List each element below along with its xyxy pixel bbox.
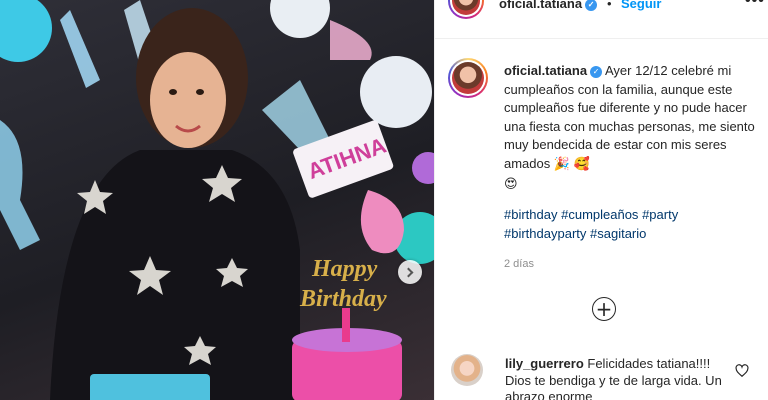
balloon-purple	[412, 152, 434, 184]
author-avatar[interactable]	[448, 0, 484, 19]
svg-text:Birthday: Birthday	[299, 286, 387, 312]
balloon-white	[270, 0, 330, 38]
foil-letter	[60, 10, 100, 88]
smiling-face-hearts-icon: 🥰	[573, 156, 590, 172]
follow-button[interactable]: Seguir	[621, 0, 661, 11]
post-header: oficial.tatiana ✓ • Seguir •••	[435, 0, 768, 22]
post-photo[interactable]: ATIHNA Happy Birthday	[0, 0, 434, 400]
hashtag-link[interactable]: #cumpleaños	[561, 207, 638, 222]
svg-text:Happy: Happy	[311, 256, 378, 282]
author-username[interactable]: oficial.tatiana ✓	[499, 0, 598, 11]
caption-author-avatar[interactable]	[448, 58, 488, 98]
party-photo-illustration: ATIHNA Happy Birthday	[0, 0, 434, 400]
foil-letter	[0, 120, 40, 250]
face	[150, 52, 226, 148]
commenter-avatar[interactable]	[451, 354, 483, 386]
verified-badge-icon: ✓	[585, 0, 598, 11]
post-side-panel: oficial.tatiana ✓ • Seguir ••• oficial.ta…	[434, 0, 768, 400]
post-timestamp[interactable]: 2 días	[504, 258, 534, 270]
hashtag-list: #birthday #cumpleaños #party #birthdaypa…	[504, 206, 744, 243]
black-sweater	[50, 150, 300, 400]
header-divider	[435, 38, 768, 39]
hashtag-link[interactable]: #sagitario	[590, 226, 646, 241]
comment-text: lily_guerrero Felicidades tatiana!!!! Di…	[505, 356, 727, 400]
gift-box	[90, 374, 210, 400]
separator-dot: •	[607, 0, 612, 11]
balloon-teal	[0, 0, 52, 62]
heart-icon[interactable]	[735, 364, 749, 378]
verified-badge-icon: ✓	[590, 65, 603, 78]
hashtag-link[interactable]: #party	[642, 207, 678, 222]
cake-topper: Happy Birthday	[299, 256, 387, 312]
comment-username[interactable]: lily_guerrero	[505, 356, 584, 371]
foil-letter	[330, 20, 372, 60]
party-popper-icon: 🎉	[553, 156, 571, 172]
foil-letter	[262, 80, 330, 150]
plus-circle-icon[interactable]: +	[592, 297, 616, 321]
more-options-icon[interactable]: •••	[745, 0, 765, 10]
heart-eyes-face-icon: 😍	[504, 176, 518, 192]
hashtag-link[interactable]: #birthday	[504, 207, 557, 222]
chevron-right-icon[interactable]	[398, 260, 422, 284]
caption-username[interactable]: oficial.tatiana	[504, 63, 587, 78]
balloon-pink	[360, 190, 404, 254]
caption-text: oficial.tatiana ✓ Ayer 12/12 celebré mi c…	[504, 62, 762, 194]
balloon-silver	[360, 56, 432, 128]
hashtag-link[interactable]: #birthdayparty	[504, 226, 586, 241]
caption-body: Ayer 12/12 celebré mi cumpleaños con la …	[504, 63, 755, 171]
candle	[342, 308, 350, 342]
